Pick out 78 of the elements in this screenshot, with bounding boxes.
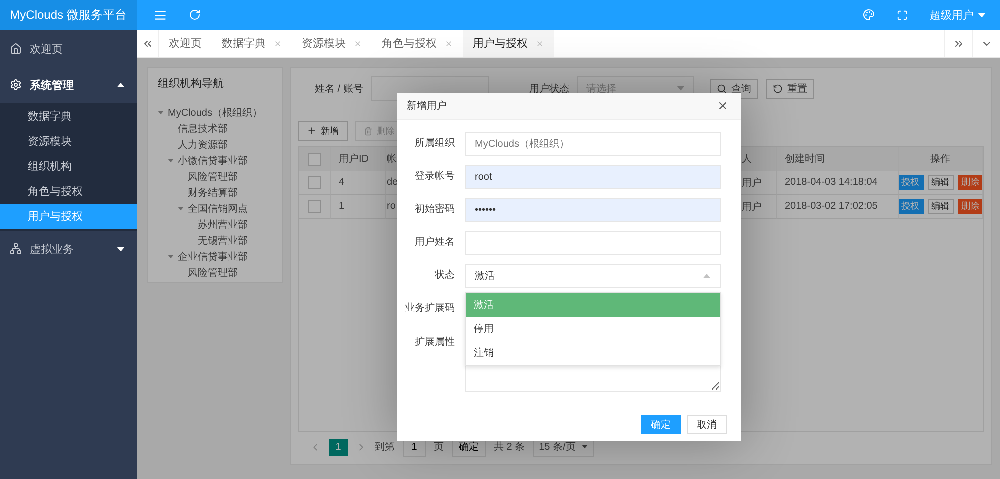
toolbar-button[interactable]: 新增 bbox=[298, 121, 348, 141]
caret-down-icon bbox=[178, 207, 184, 211]
trash-icon bbox=[364, 126, 373, 136]
caret-down-icon bbox=[168, 255, 174, 259]
field-label: 所属组织 bbox=[414, 136, 455, 151]
sidebar-item[interactable]: 系统管理 bbox=[0, 67, 137, 103]
tree-node[interactable]: 财务结算部 bbox=[188, 186, 238, 200]
table-cell: 2018-03-02 17:02:05 bbox=[777, 195, 899, 219]
search-button[interactable]: 重置 bbox=[766, 78, 814, 98]
close-icon[interactable] bbox=[717, 100, 729, 112]
table-cell: 1 bbox=[331, 195, 386, 219]
reset-icon bbox=[773, 84, 784, 94]
caret-down-icon bbox=[117, 246, 125, 252]
input-field[interactable]: root bbox=[465, 165, 721, 189]
tree-node[interactable]: 企业信贷事业部 bbox=[178, 250, 248, 264]
refresh-icon[interactable] bbox=[189, 9, 201, 21]
caret-down-icon bbox=[158, 111, 164, 115]
tree-node[interactable]: 人力资源部 bbox=[178, 138, 228, 152]
tree-node[interactable]: 信息技术部 bbox=[178, 122, 228, 136]
search-icon bbox=[717, 84, 728, 94]
fullscreen-icon[interactable] bbox=[897, 10, 908, 20]
menu-icon[interactable] bbox=[154, 8, 167, 22]
pager-label: 到第 bbox=[375, 441, 395, 454]
dropdown-option[interactable]: 停用 bbox=[466, 317, 720, 341]
action-button[interactable]: 编辑 bbox=[928, 175, 954, 190]
field-label: 扩展属性 bbox=[414, 336, 455, 350]
field-label: 登录帐号 bbox=[414, 170, 455, 184]
gear-icon bbox=[10, 79, 22, 91]
dialog-title: 新增用户 bbox=[407, 100, 447, 113]
tree-node[interactable]: 全国信销网点 bbox=[188, 202, 248, 216]
page-button[interactable]: 1 bbox=[329, 438, 348, 456]
status-select[interactable]: 激活 bbox=[465, 264, 721, 288]
checkbox[interactable] bbox=[308, 176, 321, 189]
tree-node[interactable]: 风险管理部 bbox=[188, 266, 238, 280]
total-count: 共 2 条 bbox=[494, 440, 526, 454]
checkbox[interactable] bbox=[308, 152, 321, 166]
tree-node[interactable]: 无锡营业部 bbox=[198, 234, 248, 248]
caret-down-icon bbox=[582, 445, 588, 449]
caret-down-icon bbox=[978, 12, 986, 18]
input-field[interactable] bbox=[465, 231, 721, 255]
field-label: 业务扩展码 bbox=[404, 302, 455, 316]
caret-down-icon bbox=[168, 159, 174, 163]
dropdown-option[interactable]: 注销 bbox=[466, 341, 720, 365]
sidebar-item[interactable]: 欢迎页 bbox=[0, 31, 137, 67]
tree-node[interactable]: MyClouds（根组织） bbox=[168, 106, 262, 120]
sitemap-icon bbox=[10, 243, 22, 255]
org-field[interactable]: MyClouds（根组织） bbox=[465, 132, 721, 156]
table-cell: 2018-04-03 14:18:04 bbox=[777, 171, 899, 195]
field-label: 初始密码 bbox=[414, 202, 455, 217]
plus-icon bbox=[307, 126, 317, 136]
tree-node[interactable]: 小微信贷事业部 bbox=[178, 154, 248, 168]
tree-node[interactable]: 风险管理部 bbox=[188, 170, 238, 184]
table-cell: 4 bbox=[331, 171, 386, 195]
field-label: 姓名 / 账号 bbox=[315, 82, 364, 96]
caret-up-icon bbox=[703, 274, 711, 278]
panel-title: 组织机构导航 bbox=[158, 76, 225, 91]
tab[interactable]: 用户与授权 bbox=[463, 30, 554, 57]
app-logo: MyClouds 微服务平台 bbox=[0, 0, 137, 30]
sidebar-item[interactable]: 虚拟业务 bbox=[0, 231, 137, 267]
sidebar-subitem[interactable]: 资源模块 bbox=[0, 129, 137, 154]
column-header: 用户ID bbox=[331, 147, 386, 172]
home-icon bbox=[10, 43, 22, 55]
pager-label: 页 bbox=[434, 441, 444, 454]
tree-node[interactable]: 苏州营业部 bbox=[198, 218, 248, 232]
dialog-button[interactable]: 取消 bbox=[687, 415, 727, 434]
sidebar-subitem[interactable]: 数据字典 bbox=[0, 104, 137, 129]
caret-down-icon bbox=[677, 86, 686, 91]
caret-up-icon bbox=[117, 82, 125, 88]
palette-icon[interactable] bbox=[863, 9, 875, 21]
field-label: 状态 bbox=[434, 268, 455, 283]
field-label: 用户姓名 bbox=[414, 236, 455, 250]
sidebar-subitem[interactable]: 组织机构 bbox=[0, 154, 137, 179]
column-header: 操作 bbox=[899, 147, 983, 172]
column-header: 创建时间 bbox=[777, 147, 899, 172]
input-field[interactable]: •••••• bbox=[465, 198, 721, 222]
action-button[interactable]: 编辑 bbox=[928, 199, 954, 214]
sidebar-subitem[interactable]: 角色与授权 bbox=[0, 179, 137, 204]
checkbox[interactable] bbox=[308, 200, 321, 213]
